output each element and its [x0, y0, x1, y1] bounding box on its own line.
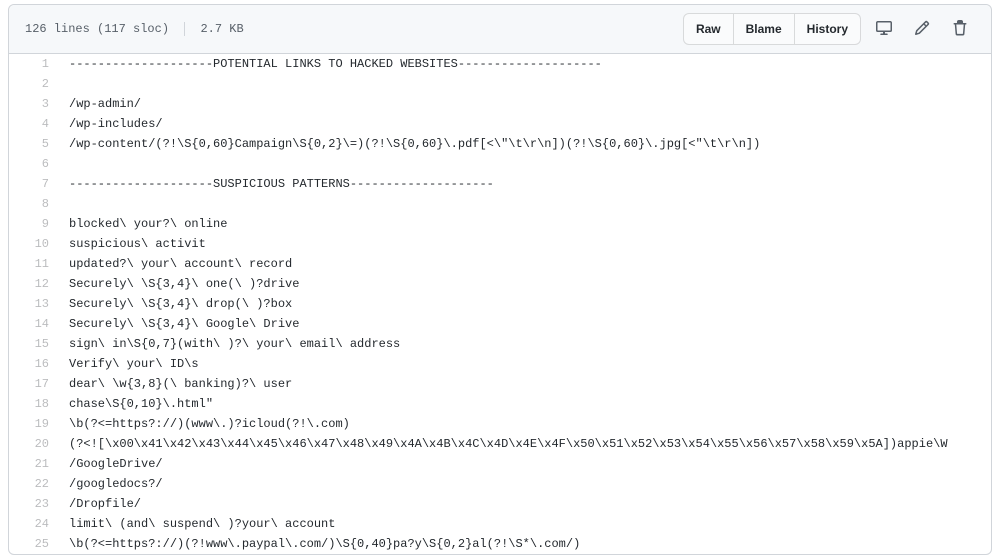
file-container: 126 lines (117 sloc) 2.7 KB Raw Blame Hi…	[8, 4, 992, 555]
line-content: --------------------SUSPICIOUS PATTERNS-…	[59, 174, 991, 194]
line-content: limit\ (and\ suspend\ )?your\ account	[59, 514, 991, 534]
file-size: 2.7 KB	[200, 22, 243, 36]
delete-button[interactable]	[945, 14, 975, 44]
line-content: \b(?<=https?://)(www\.)?icloud(?!\.com)	[59, 414, 991, 434]
code-row: 3/wp-admin/	[9, 94, 991, 114]
line-number[interactable]: 21	[9, 454, 59, 474]
code-row: 6	[9, 154, 991, 174]
code-row: 13Securely\ \S{3,4}\ drop(\ )?box	[9, 294, 991, 314]
line-content: /wp-content/(?!\S{0,60}Campaign\S{0,2}\=…	[59, 134, 991, 154]
history-button[interactable]: History	[795, 13, 861, 45]
line-number[interactable]: 22	[9, 474, 59, 494]
line-content: Securely\ \S{3,4}\ drop(\ )?box	[59, 294, 991, 314]
code-row: 4/wp-includes/	[9, 114, 991, 134]
line-content: /GoogleDrive/	[59, 454, 991, 474]
line-number[interactable]: 7	[9, 174, 59, 194]
line-number[interactable]: 3	[9, 94, 59, 114]
code-row: 25\b(?<=https?://)(?!www\.paypal\.com/)\…	[9, 534, 991, 554]
line-number[interactable]: 16	[9, 354, 59, 374]
line-number[interactable]: 23	[9, 494, 59, 514]
code-row: 21/GoogleDrive/	[9, 454, 991, 474]
line-number[interactable]: 20	[9, 434, 59, 454]
edit-button[interactable]	[907, 14, 937, 44]
divider	[184, 22, 185, 36]
line-number[interactable]: 5	[9, 134, 59, 154]
line-number[interactable]: 10	[9, 234, 59, 254]
line-number[interactable]: 14	[9, 314, 59, 334]
line-content: Verify\ your\ ID\s	[59, 354, 991, 374]
line-content: /wp-includes/	[59, 114, 991, 134]
raw-button[interactable]: Raw	[683, 13, 734, 45]
blame-button[interactable]: Blame	[734, 13, 795, 45]
line-content: \b(?<=https?://)(?!www\.paypal\.com/)\S{…	[59, 534, 991, 554]
code-row: 18chase\S{0,10}\.html"	[9, 394, 991, 414]
line-number[interactable]: 25	[9, 534, 59, 554]
lines-count: 126 lines (117 sloc)	[25, 22, 169, 36]
line-content: --------------------POTENTIAL LINKS TO H…	[59, 54, 991, 74]
code-row: 2	[9, 74, 991, 94]
line-number[interactable]: 8	[9, 194, 59, 214]
code-row: 9blocked\ your?\ online	[9, 214, 991, 234]
line-content: blocked\ your?\ online	[59, 214, 991, 234]
line-number[interactable]: 18	[9, 394, 59, 414]
file-header: 126 lines (117 sloc) 2.7 KB Raw Blame Hi…	[9, 5, 991, 54]
line-content: Securely\ \S{3,4}\ one(\ )?drive	[59, 274, 991, 294]
code-row: 14Securely\ \S{3,4}\ Google\ Drive	[9, 314, 991, 334]
code-row: 20(?<![\x00\x41\x42\x43\x44\x45\x46\x47\…	[9, 434, 991, 454]
line-number[interactable]: 11	[9, 254, 59, 274]
line-content: updated?\ your\ account\ record	[59, 254, 991, 274]
code-row: 1--------------------POTENTIAL LINKS TO …	[9, 54, 991, 74]
button-group: Raw Blame History	[683, 13, 861, 45]
line-number[interactable]: 19	[9, 414, 59, 434]
line-content: suspicious\ activit	[59, 234, 991, 254]
line-number[interactable]: 13	[9, 294, 59, 314]
line-content: /googledocs?/	[59, 474, 991, 494]
code-row: 19\b(?<=https?://)(www\.)?icloud(?!\.com…	[9, 414, 991, 434]
line-content: dear\ \w{3,8}(\ banking)?\ user	[59, 374, 991, 394]
code-row: 12Securely\ \S{3,4}\ one(\ )?drive	[9, 274, 991, 294]
line-content: Securely\ \S{3,4}\ Google\ Drive	[59, 314, 991, 334]
desktop-button[interactable]	[869, 14, 899, 44]
code-table: 1--------------------POTENTIAL LINKS TO …	[9, 54, 991, 554]
code-row: 15sign\ in\S{0,7}(with\ )?\ your\ email\…	[9, 334, 991, 354]
code-row: 16Verify\ your\ ID\s	[9, 354, 991, 374]
code-row: 10suspicious\ activit	[9, 234, 991, 254]
line-number[interactable]: 17	[9, 374, 59, 394]
line-number[interactable]: 9	[9, 214, 59, 234]
line-number[interactable]: 6	[9, 154, 59, 174]
line-content: /Dropfile/	[59, 494, 991, 514]
line-number[interactable]: 1	[9, 54, 59, 74]
file-info: 126 lines (117 sloc) 2.7 KB	[25, 22, 244, 36]
line-number[interactable]: 4	[9, 114, 59, 134]
code-row: 5/wp-content/(?!\S{0,60}Campaign\S{0,2}\…	[9, 134, 991, 154]
line-content: sign\ in\S{0,7}(with\ )?\ your\ email\ a…	[59, 334, 991, 354]
line-number[interactable]: 12	[9, 274, 59, 294]
code-row: 22/googledocs?/	[9, 474, 991, 494]
line-content	[59, 194, 991, 214]
code-row: 24limit\ (and\ suspend\ )?your\ account	[9, 514, 991, 534]
code-row: 17dear\ \w{3,8}(\ banking)?\ user	[9, 374, 991, 394]
code-row: 7--------------------SUSPICIOUS PATTERNS…	[9, 174, 991, 194]
file-actions: Raw Blame History	[683, 13, 975, 45]
pencil-icon	[914, 20, 930, 39]
line-number[interactable]: 15	[9, 334, 59, 354]
line-content: /wp-admin/	[59, 94, 991, 114]
line-number[interactable]: 24	[9, 514, 59, 534]
code-row: 23/Dropfile/	[9, 494, 991, 514]
code-row: 8	[9, 194, 991, 214]
desktop-icon	[876, 20, 892, 39]
line-content	[59, 154, 991, 174]
line-number[interactable]: 2	[9, 74, 59, 94]
code-row: 11updated?\ your\ account\ record	[9, 254, 991, 274]
line-content: (?<![\x00\x41\x42\x43\x44\x45\x46\x47\x4…	[59, 434, 991, 454]
line-content: chase\S{0,10}\.html"	[59, 394, 991, 414]
trash-icon	[952, 20, 968, 39]
line-content	[59, 74, 991, 94]
